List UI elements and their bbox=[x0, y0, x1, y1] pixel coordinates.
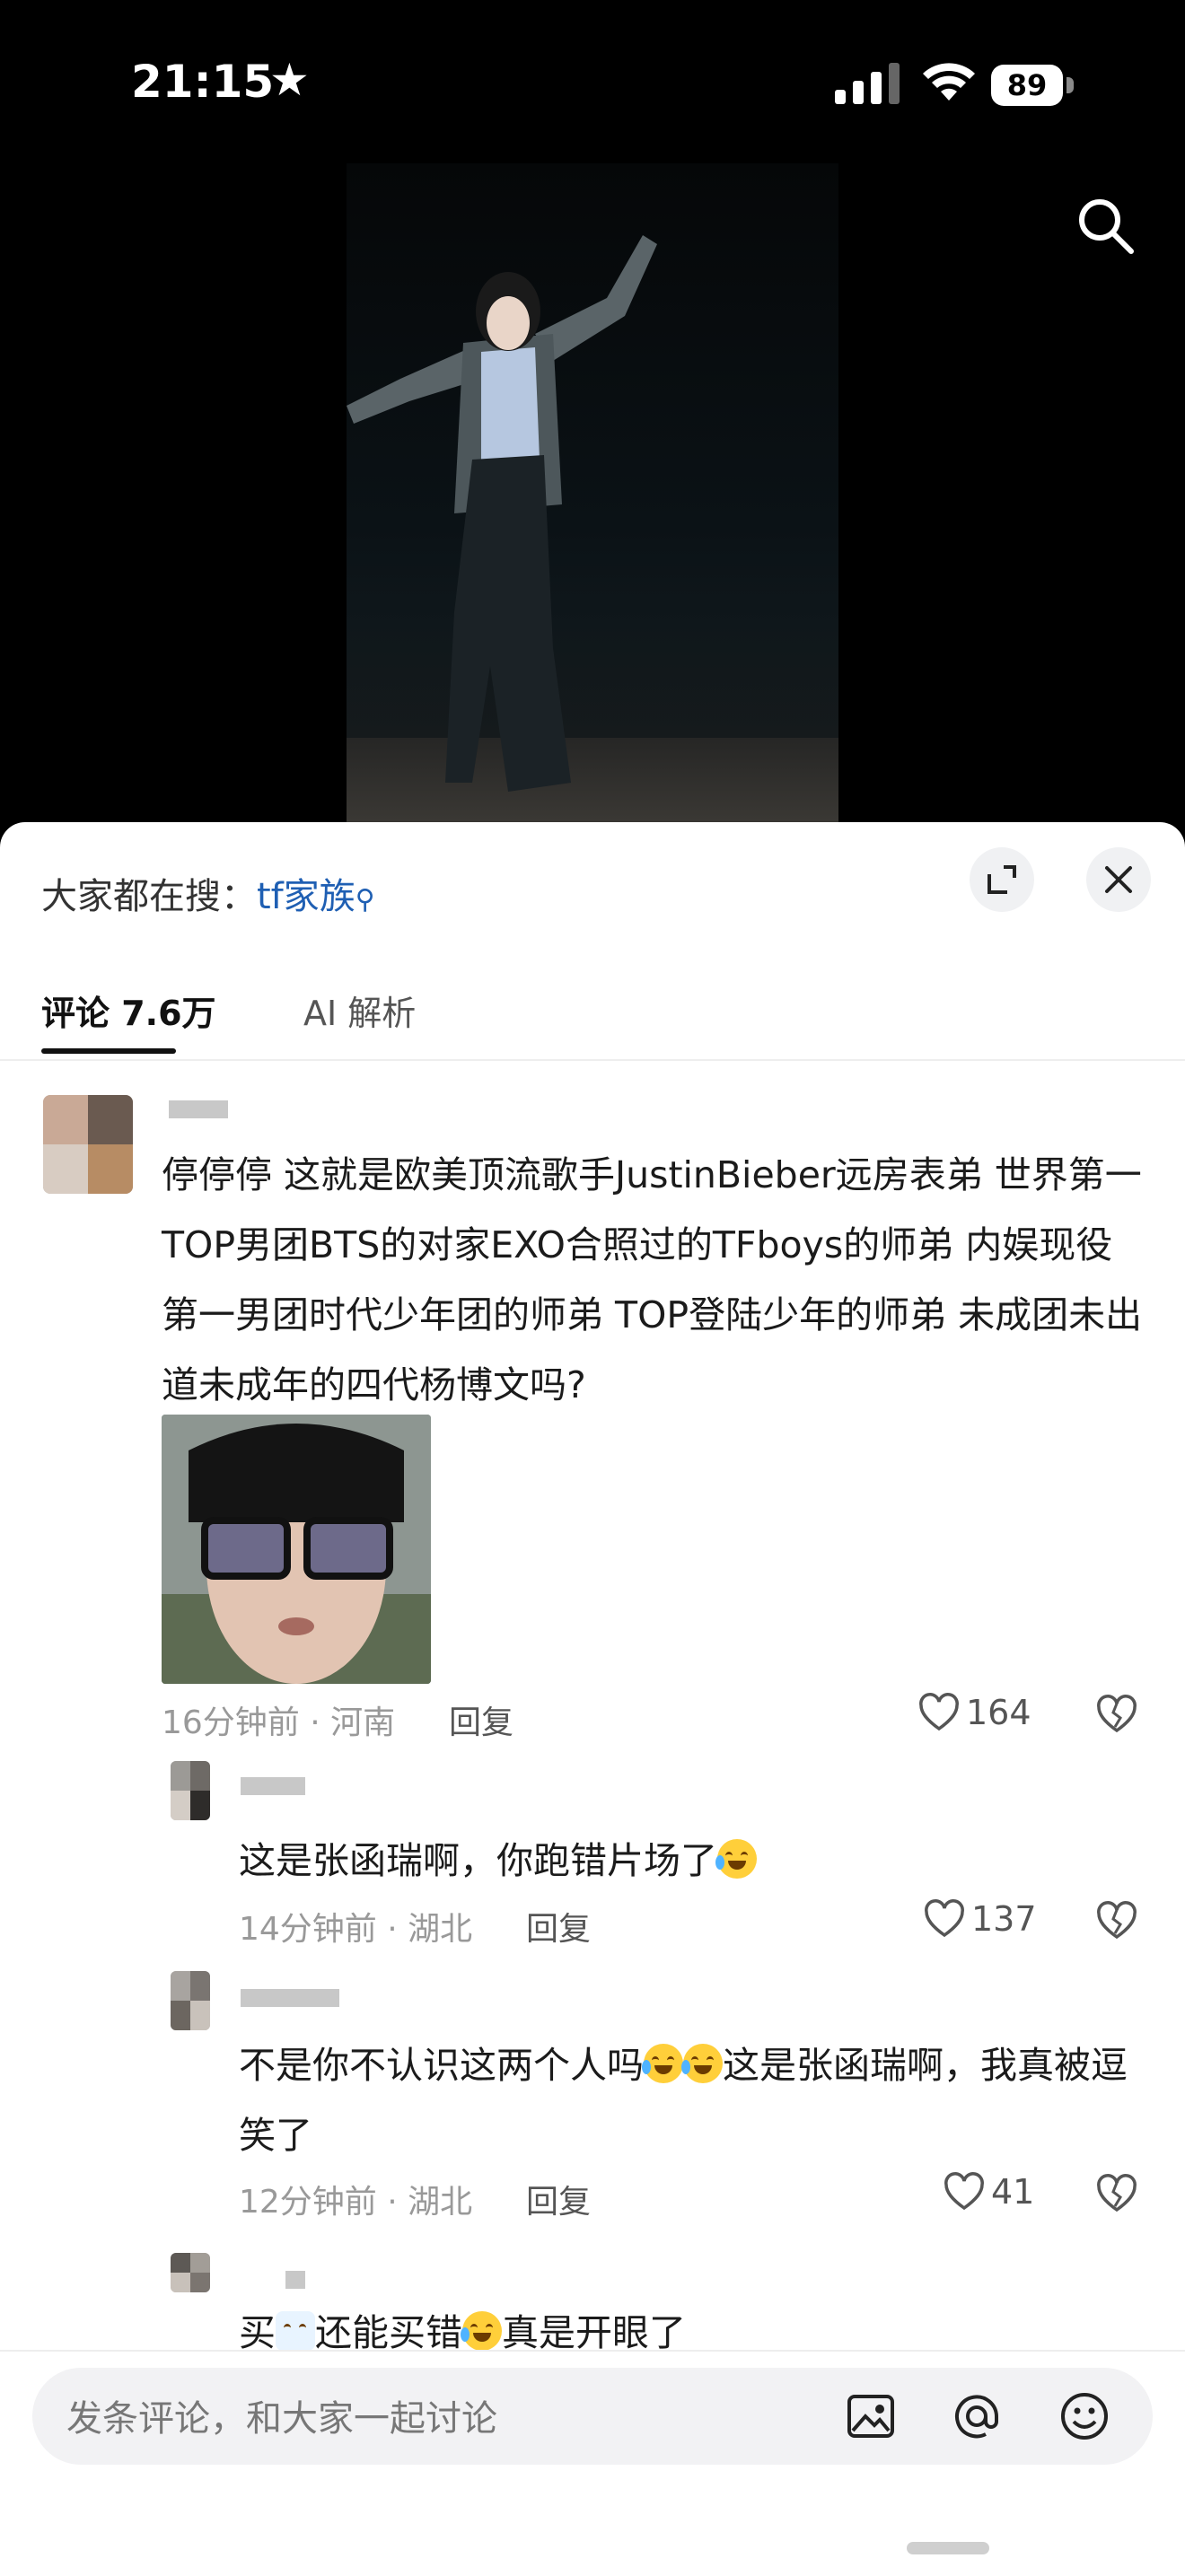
heart-icon bbox=[944, 2172, 984, 2211]
star-icon: ★ bbox=[269, 54, 310, 106]
search-icon[interactable] bbox=[1075, 196, 1135, 255]
emoji-icon[interactable] bbox=[1058, 2389, 1111, 2443]
cellular-signal-icon bbox=[835, 63, 900, 104]
broken-heart-icon[interactable] bbox=[1095, 1899, 1138, 1942]
reply-button[interactable]: 回复 bbox=[526, 1903, 591, 1950]
like-count: 164 bbox=[966, 1693, 1031, 1732]
comment-meta: 16分钟前 · 河南 bbox=[162, 1704, 396, 1741]
laugh-cry-emoji-icon bbox=[642, 2044, 683, 2083]
comment-text-a: 不是你不认识这两个人吗 bbox=[239, 2044, 644, 2087]
comment-text-b: 还能买错 bbox=[315, 2311, 462, 2350]
money-emoji-icon bbox=[276, 2311, 315, 2350]
comment-meta: 14分钟前 · 湖北 bbox=[239, 1911, 473, 1948]
video-player[interactable] bbox=[347, 163, 838, 822]
like-count: 137 bbox=[971, 1899, 1037, 1939]
username[interactable] bbox=[241, 1989, 339, 2007]
search-hint-term[interactable]: tf家族 bbox=[257, 876, 356, 917]
comment-text: 这是张函瑞啊，你跑错片场了 bbox=[239, 1826, 757, 1896]
search-small-icon: ⚲ bbox=[355, 884, 375, 916]
like-count: 41 bbox=[991, 2172, 1035, 2212]
laugh-cry-emoji-icon bbox=[461, 2311, 502, 2350]
comment-text-c: 真是开眼了 bbox=[502, 2311, 686, 2350]
expand-icon bbox=[988, 865, 1016, 894]
laugh-cry-emoji-icon bbox=[681, 2044, 723, 2083]
reply-button[interactable]: 回复 bbox=[526, 2176, 591, 2222]
comment-text-a: 买 bbox=[239, 2311, 276, 2350]
active-tab-indicator bbox=[41, 1048, 176, 1054]
dancer-figure bbox=[347, 235, 657, 792]
username[interactable] bbox=[169, 1100, 228, 1118]
home-indicator bbox=[907, 2542, 989, 2554]
at-icon[interactable] bbox=[950, 2389, 1004, 2443]
status-time: 21:15 bbox=[131, 56, 275, 108]
heart-icon bbox=[919, 1693, 959, 1731]
comment-photo bbox=[162, 1415, 431, 1684]
battery-level: 89 bbox=[1006, 68, 1048, 102]
search-hint[interactable]: 大家都在搜：tf家族⚲ bbox=[41, 867, 375, 919]
heart-icon bbox=[925, 1899, 964, 1938]
comment-image[interactable] bbox=[162, 1415, 431, 1684]
expand-button[interactable] bbox=[970, 847, 1034, 912]
battery-indicator: 89 bbox=[991, 65, 1075, 106]
username[interactable] bbox=[241, 1777, 305, 1795]
comment-text: 不是你不认识这两个人吗 这是张函瑞啊，我真被逗笑了 bbox=[239, 2030, 1137, 2170]
tab-ai-analysis[interactable]: AI 解析 bbox=[303, 986, 416, 1035]
close-button[interactable] bbox=[1086, 847, 1151, 912]
laugh-cry-emoji-icon bbox=[715, 1839, 757, 1879]
image-icon[interactable] bbox=[844, 2389, 898, 2443]
tab-comments[interactable]: 评论 7.6万 bbox=[41, 986, 216, 1035]
avatar[interactable] bbox=[43, 1095, 133, 1194]
close-icon bbox=[1105, 866, 1132, 893]
search-hint-prefix: 大家都在搜： bbox=[41, 876, 257, 917]
broken-heart-icon[interactable] bbox=[1095, 2172, 1138, 2215]
username[interactable] bbox=[285, 2271, 305, 2289]
reply-button[interactable]: 回复 bbox=[449, 1696, 514, 1743]
like-button[interactable]: 164 bbox=[917, 1693, 1031, 1732]
avatar[interactable] bbox=[171, 1761, 210, 1820]
comment-text: 停停停 这就是欧美顶流歌手JustinBieber远房表弟 世界第一TOP男团B… bbox=[162, 1153, 1143, 1406]
like-button[interactable]: 137 bbox=[923, 1899, 1037, 1939]
divider bbox=[0, 1059, 1185, 1061]
comment-meta: 12分钟前 · 湖北 bbox=[239, 2184, 473, 2221]
wifi-icon bbox=[923, 63, 975, 101]
comment-input-placeholder: 发条评论，和大家一起讨论 bbox=[66, 2398, 497, 2440]
comment-text-main: 这是张函瑞啊，你跑错片场了 bbox=[239, 1839, 717, 1882]
avatar[interactable] bbox=[171, 1971, 210, 2030]
like-button[interactable]: 41 bbox=[943, 2172, 1034, 2212]
avatar[interactable] bbox=[171, 2253, 210, 2292]
broken-heart-icon[interactable] bbox=[1095, 1693, 1138, 1736]
comment-text: 买还能买错 真是开眼了 bbox=[239, 2298, 686, 2350]
